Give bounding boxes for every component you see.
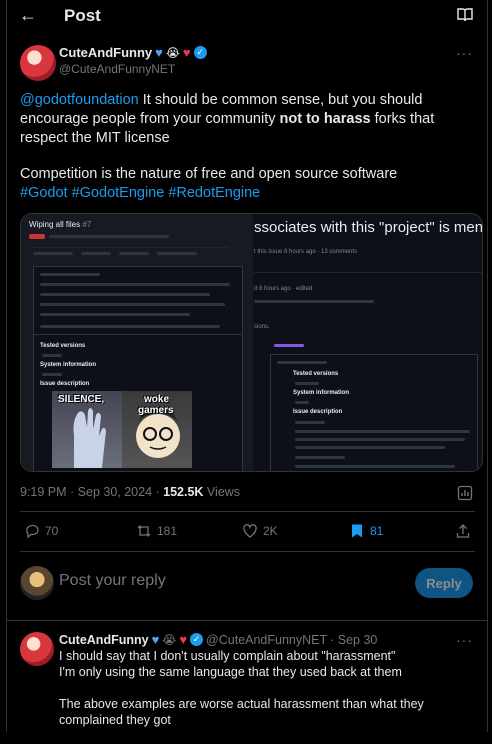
reader-mode-icon[interactable] bbox=[457, 8, 473, 22]
crying-face-icon: 😭 bbox=[165, 45, 180, 60]
reply-header[interactable]: CuteAndFunny ♥ 😭 ♥ ✓ @CuteAndFunnyNET · … bbox=[59, 632, 377, 647]
comment-meta: d 8 hours ago · edited bbox=[254, 286, 313, 292]
reply-author-name[interactable]: CuteAndFunny bbox=[59, 633, 149, 647]
back-arrow-icon[interactable]: ← bbox=[19, 5, 37, 26]
post-time[interactable]: 9:19 PM · Sep 30, 2024 · bbox=[20, 485, 163, 499]
reply-submit-button[interactable]: Reply bbox=[415, 568, 473, 598]
red-heart-icon: ♥ bbox=[182, 45, 191, 60]
reply-author-handle[interactable]: @CuteAndFunnyNET bbox=[206, 633, 327, 647]
mention-link[interactable]: @godotfoundation bbox=[20, 92, 139, 108]
author-name-line[interactable]: CuteAndFunny ♥ 😭 ♥ ✓ bbox=[59, 45, 207, 60]
meme-text-woke: woke bbox=[144, 394, 170, 405]
reply-button[interactable]: 70 bbox=[24, 523, 58, 539]
meme-text-gamers: gamers bbox=[138, 405, 174, 416]
author-avatar[interactable] bbox=[20, 45, 56, 81]
reply-count: 70 bbox=[45, 524, 59, 538]
repost-icon bbox=[137, 525, 151, 537]
issue-meta: t this issue 8 hours ago · 13 comments bbox=[254, 249, 358, 255]
blue-heart-icon: ♥ bbox=[151, 632, 160, 647]
reply-line-3: The above examples are worse actual hara… bbox=[59, 697, 424, 727]
issue-status-badge bbox=[29, 234, 45, 239]
blue-heart-icon: ♥ bbox=[155, 45, 163, 60]
bookmark-button[interactable]: 81 bbox=[349, 523, 383, 539]
media-attachment[interactable]: Wiping all files #7 Tested versions Syst… bbox=[20, 213, 483, 472]
crying-face-icon: 😭 bbox=[162, 632, 177, 647]
share-button[interactable] bbox=[455, 523, 471, 539]
post-view: ← Post CuteAndFunny ♥ 😭 ♥ ✓ @CuteAndFunn… bbox=[6, 0, 488, 732]
bookmark-icon bbox=[352, 524, 362, 538]
divider bbox=[20, 551, 475, 552]
share-icon bbox=[456, 524, 470, 538]
analytics-icon[interactable] bbox=[457, 485, 473, 501]
post-metadata: 9:19 PM · Sep 30, 2024 · 152.5K Views bbox=[20, 485, 240, 499]
author-display-name[interactable]: CuteAndFunny bbox=[59, 45, 152, 60]
issue-title: Wiping all files #7 bbox=[29, 220, 92, 229]
post-text-bold: not to harass bbox=[279, 111, 371, 127]
verified-badge-icon: ✓ bbox=[190, 633, 204, 646]
divider bbox=[20, 511, 475, 512]
hashtag-links[interactable]: #Godot #GodotEngine #RedotEngine bbox=[20, 185, 260, 201]
post-text: @godotfoundation It should be common sen… bbox=[20, 91, 475, 203]
issue-headline: ssociates with this "project" is ment bbox=[254, 219, 483, 236]
more-icon[interactable]: ··· bbox=[456, 45, 473, 61]
reply-date[interactable]: · Sep 30 bbox=[330, 633, 377, 647]
current-user-avatar[interactable] bbox=[20, 566, 54, 600]
bookmark-count: 81 bbox=[370, 524, 384, 538]
meme-text-silence: SILENCE, bbox=[58, 394, 105, 405]
reply-line-2: I'm only using the same language that th… bbox=[59, 665, 402, 679]
reply-author-avatar[interactable] bbox=[20, 632, 54, 666]
views-label: Views bbox=[203, 485, 241, 499]
author-handle[interactable]: @CuteAndFunnyNET bbox=[59, 62, 175, 76]
page-title: Post bbox=[64, 6, 101, 25]
comment-fragment: sions. bbox=[254, 324, 270, 330]
like-button[interactable]: 2K bbox=[242, 523, 278, 539]
divider bbox=[7, 620, 487, 621]
red-heart-icon: ♥ bbox=[179, 632, 188, 647]
reply-text: I should say that I don't usually compla… bbox=[59, 648, 469, 744]
reply-icon bbox=[26, 524, 39, 539]
more-icon[interactable]: ··· bbox=[456, 632, 473, 648]
views-count: 152.5K bbox=[163, 485, 204, 499]
verified-badge-icon: ✓ bbox=[193, 46, 207, 59]
right-issue-box: Tested versions System information Issue… bbox=[270, 354, 478, 471]
like-count: 2K bbox=[263, 524, 278, 538]
media-image-right[interactable]: ssociates with this "project" is ment t … bbox=[254, 214, 482, 471]
like-icon bbox=[243, 524, 257, 538]
reply-input[interactable]: Post your reply bbox=[59, 572, 166, 590]
meme-image: SILENCE, woke gamers bbox=[52, 391, 192, 468]
post-paragraph-2: Competition is the nature of free and op… bbox=[20, 166, 398, 182]
reply-line-1: I should say that I don't usually compla… bbox=[59, 649, 396, 663]
repost-count: 181 bbox=[157, 524, 178, 538]
top-bar: ← Post bbox=[7, 0, 487, 32]
repost-button[interactable]: 181 bbox=[136, 523, 177, 539]
